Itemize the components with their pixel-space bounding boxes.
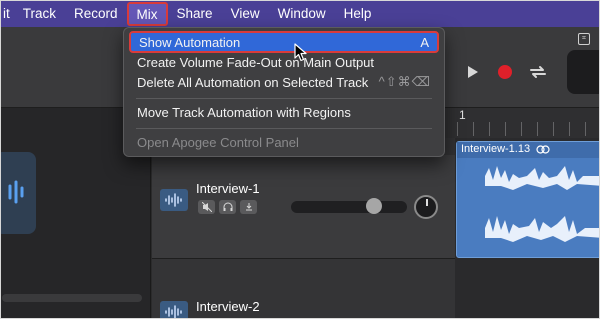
menu-item-label: Move Track Automation with Regions — [137, 104, 351, 120]
input-monitor-icon[interactable] — [240, 200, 257, 214]
audio-track-icon — [160, 189, 188, 211]
menu-create-volume-fade-out[interactable]: Create Volume Fade-Out on Main Output — [129, 51, 439, 73]
menu-separator — [136, 98, 432, 99]
record-icon[interactable] — [494, 61, 516, 83]
library-slider[interactable] — [2, 294, 142, 302]
menu-item-label: Delete All Automation on Selected Track — [137, 74, 369, 90]
menu-separator — [136, 128, 432, 129]
mouse-cursor-icon — [294, 43, 307, 62]
loop-icon — [536, 145, 550, 154]
menu-item-shortcut: A — [420, 34, 429, 50]
waveform — [485, 166, 600, 242]
play-icon[interactable] — [461, 61, 483, 83]
menu-item-label: Open Apogee Control Panel — [137, 134, 299, 150]
smart-controls-tile[interactable] — [0, 152, 36, 234]
mute-icon[interactable] — [198, 200, 215, 214]
menu-window[interactable]: Window — [269, 0, 335, 27]
menu-item-clipped[interactable]: it — [0, 0, 14, 27]
garageband-window: ⌗ 1 Interview-1 Interview-2 Interview-1.… — [0, 0, 600, 319]
menu-help[interactable]: Help — [335, 0, 381, 27]
track-volume-slider[interactable] — [291, 201, 407, 213]
audio-region[interactable]: Interview-1.13 — [456, 141, 600, 258]
ruler-ticks — [457, 122, 600, 136]
track-name[interactable]: Interview-2 — [196, 299, 260, 314]
menu-record[interactable]: Record — [65, 0, 127, 27]
menu-item-label: Create Volume Fade-Out on Main Output — [137, 54, 375, 70]
menu-show-automation[interactable]: Show Automation A — [129, 31, 439, 53]
menu-move-track-automation[interactable]: Move Track Automation with Regions — [129, 101, 439, 123]
track-volume-knob[interactable] — [366, 198, 382, 214]
ruler-bar-number: 1 — [459, 108, 466, 122]
waveform-icon — [8, 180, 24, 204]
cycle-icon[interactable] — [527, 61, 549, 83]
track-pan-knob[interactable] — [414, 195, 438, 219]
menu-bar: it Track Record Mix Share View Window He… — [0, 0, 600, 27]
region-name: Interview-1.13 — [461, 143, 531, 155]
menu-item-label: Show Automation — [139, 34, 241, 50]
menu-delete-all-automation[interactable]: Delete All Automation on Selected Track … — [129, 71, 439, 93]
menu-share[interactable]: Share — [168, 0, 222, 27]
audio-track-icon — [160, 301, 188, 319]
menu-view[interactable]: View — [222, 0, 269, 27]
menu-mix[interactable]: Mix — [126, 2, 168, 26]
menu-track[interactable]: Track — [14, 0, 65, 27]
track-name[interactable]: Interview-1 — [196, 181, 260, 196]
lcd-mode-icon[interactable]: ⌗ — [578, 33, 590, 45]
menu-open-apogee-control-panel: Open Apogee Control Panel — [129, 131, 439, 153]
headphones-icon[interactable] — [219, 200, 236, 214]
menu-item-shortcut: ^⇧⌘⌫ — [378, 74, 431, 89]
mix-menu-dropdown: Show Automation A Create Volume Fade-Out… — [123, 27, 445, 157]
track-header-2[interactable]: Interview-2 — [152, 259, 455, 319]
lcd-display[interactable] — [567, 50, 600, 94]
